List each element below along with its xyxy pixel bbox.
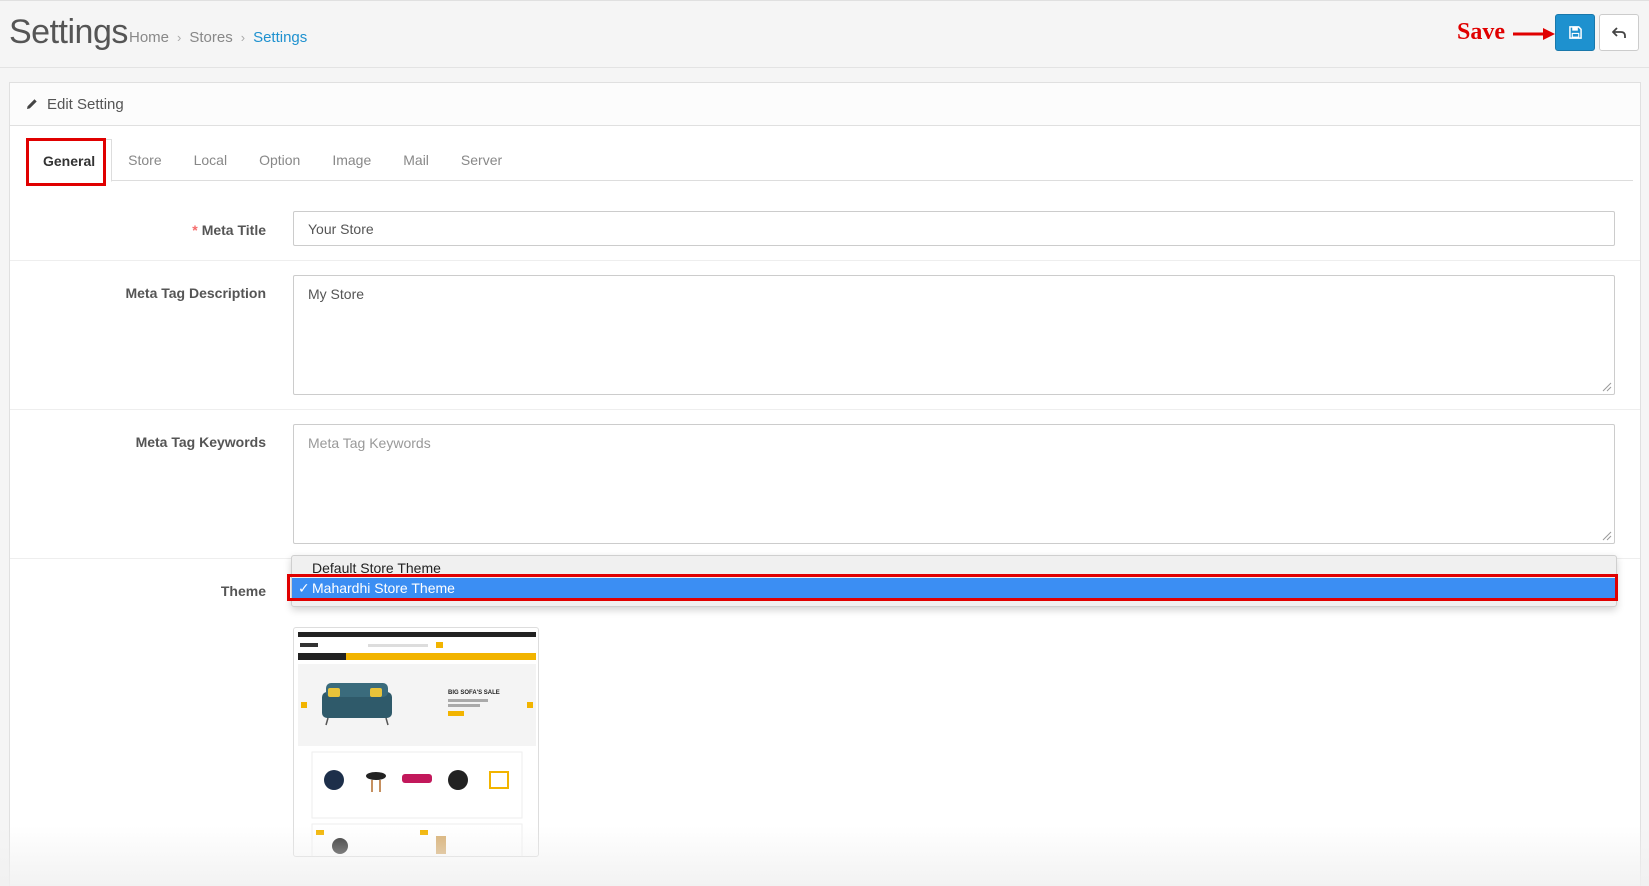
save-button[interactable] xyxy=(1555,14,1595,51)
floppy-disk-icon xyxy=(1568,26,1582,39)
breadcrumb-separator: › xyxy=(240,30,246,45)
theme-option-default[interactable]: Default Store Theme xyxy=(292,558,1616,579)
reply-arrow-icon xyxy=(1612,26,1626,38)
tab-image[interactable]: Image xyxy=(316,139,387,181)
tab-server[interactable]: Server xyxy=(445,139,518,181)
meta-title-label-text: Meta Title xyxy=(201,222,266,238)
tab-mail[interactable]: Mail xyxy=(387,139,445,181)
breadcrumb: Home › Stores › Settings xyxy=(129,29,307,46)
meta-title-label: * Meta Title xyxy=(192,222,266,238)
checkmark-icon: ✓ xyxy=(298,580,310,596)
resize-grip-icon[interactable] xyxy=(1602,531,1612,541)
annotation-arrow-icon xyxy=(1513,28,1555,40)
page-header: Settings Home › Stores › Settings Save xyxy=(0,0,1649,68)
meta-keywords-label: Meta Tag Keywords xyxy=(135,434,266,450)
page-title: Settings xyxy=(9,13,128,51)
theme-dropdown-list: Default Store Theme ✓ Mahardhi Store Them… xyxy=(291,555,1617,607)
meta-description-label: Meta Tag Description xyxy=(125,285,266,301)
theme-option-mahardhi-label: Mahardhi Store Theme xyxy=(312,580,455,596)
tab-local[interactable]: Local xyxy=(178,139,243,181)
meta-description-row: Meta Tag Description My Store xyxy=(10,261,1640,410)
meta-title-row: * Meta Title xyxy=(10,195,1640,261)
tab-option[interactable]: Option xyxy=(243,139,316,181)
settings-tabs: General Store Local Option Image Mail Se… xyxy=(26,139,1633,182)
panel-heading: Edit Setting xyxy=(10,83,1640,126)
pencil-icon xyxy=(26,98,38,110)
back-button[interactable] xyxy=(1599,14,1639,51)
meta-keywords-textarea[interactable] xyxy=(293,424,1615,544)
breadcrumb-separator: › xyxy=(177,30,182,45)
breadcrumb-settings[interactable]: Settings xyxy=(253,29,307,46)
theme-preview-image: BIG SOFA'S SALE xyxy=(293,627,539,857)
breadcrumb-home[interactable]: Home xyxy=(129,29,169,46)
theme-label: Theme xyxy=(220,583,266,599)
theme-option-mahardhi[interactable]: ✓ Mahardhi Store Theme xyxy=(292,578,1616,599)
tab-store[interactable]: Store xyxy=(112,139,177,181)
edit-setting-panel: Edit Setting General Store Local Option … xyxy=(9,82,1641,886)
meta-title-input[interactable] xyxy=(293,211,1615,246)
resize-grip-icon[interactable] xyxy=(1602,382,1612,392)
save-annotation-label: Save xyxy=(1457,19,1505,45)
theme-preview-illustration: BIG SOFA'S SALE xyxy=(298,632,536,856)
breadcrumb-stores[interactable]: Stores xyxy=(189,29,232,46)
meta-keywords-row: Meta Tag Keywords xyxy=(10,410,1640,559)
required-asterisk: * xyxy=(192,222,198,238)
preview-banner-text: BIG SOFA'S SALE xyxy=(448,690,500,696)
panel-heading-title: Edit Setting xyxy=(47,95,124,113)
tab-general[interactable]: General xyxy=(26,139,113,182)
meta-description-textarea[interactable]: My Store xyxy=(293,275,1615,395)
